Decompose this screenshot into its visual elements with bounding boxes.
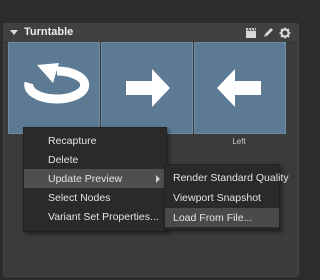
submenu-item-render-standard-quality[interactable]: Render Standard Quality: [165, 168, 289, 187]
variant-tile-turntable[interactable]: [8, 42, 100, 134]
panel-header[interactable]: Turntable: [3, 23, 297, 43]
header-tools: [245, 26, 291, 39]
pencil-icon[interactable]: [262, 26, 274, 38]
submenu-item-viewport-snapshot[interactable]: Viewport Snapshot: [165, 188, 279, 207]
submenu-arrow-icon: [156, 175, 160, 183]
rotate-arrow-icon: [24, 63, 90, 104]
submenu-item-load-from-file[interactable]: Load From File...: [165, 208, 279, 227]
menu-item-variant-set-properties[interactable]: Variant Set Properties...: [24, 207, 166, 226]
context-menu: Recapture Delete Update Preview Select N…: [23, 127, 167, 232]
gear-icon[interactable]: [279, 26, 291, 39]
menu-item-update-preview[interactable]: Update Preview: [24, 169, 166, 188]
arrow-left-icon: [217, 69, 261, 107]
menu-item-delete[interactable]: Delete: [24, 150, 166, 169]
panel-title: Turntable: [24, 26, 74, 38]
arrow-right-icon: [126, 69, 170, 107]
variant-tile-right[interactable]: [101, 42, 193, 134]
menu-item-recapture[interactable]: Recapture: [24, 131, 166, 150]
tile-caption-left: Left: [232, 137, 246, 146]
collapse-triangle-icon[interactable]: [10, 30, 18, 35]
update-preview-submenu: Render Standard Quality Viewport Snapsho…: [164, 164, 289, 230]
variant-tile-left[interactable]: [194, 42, 286, 134]
clapperboard-icon[interactable]: [245, 26, 257, 38]
menu-item-select-nodes[interactable]: Select Nodes: [24, 188, 166, 207]
